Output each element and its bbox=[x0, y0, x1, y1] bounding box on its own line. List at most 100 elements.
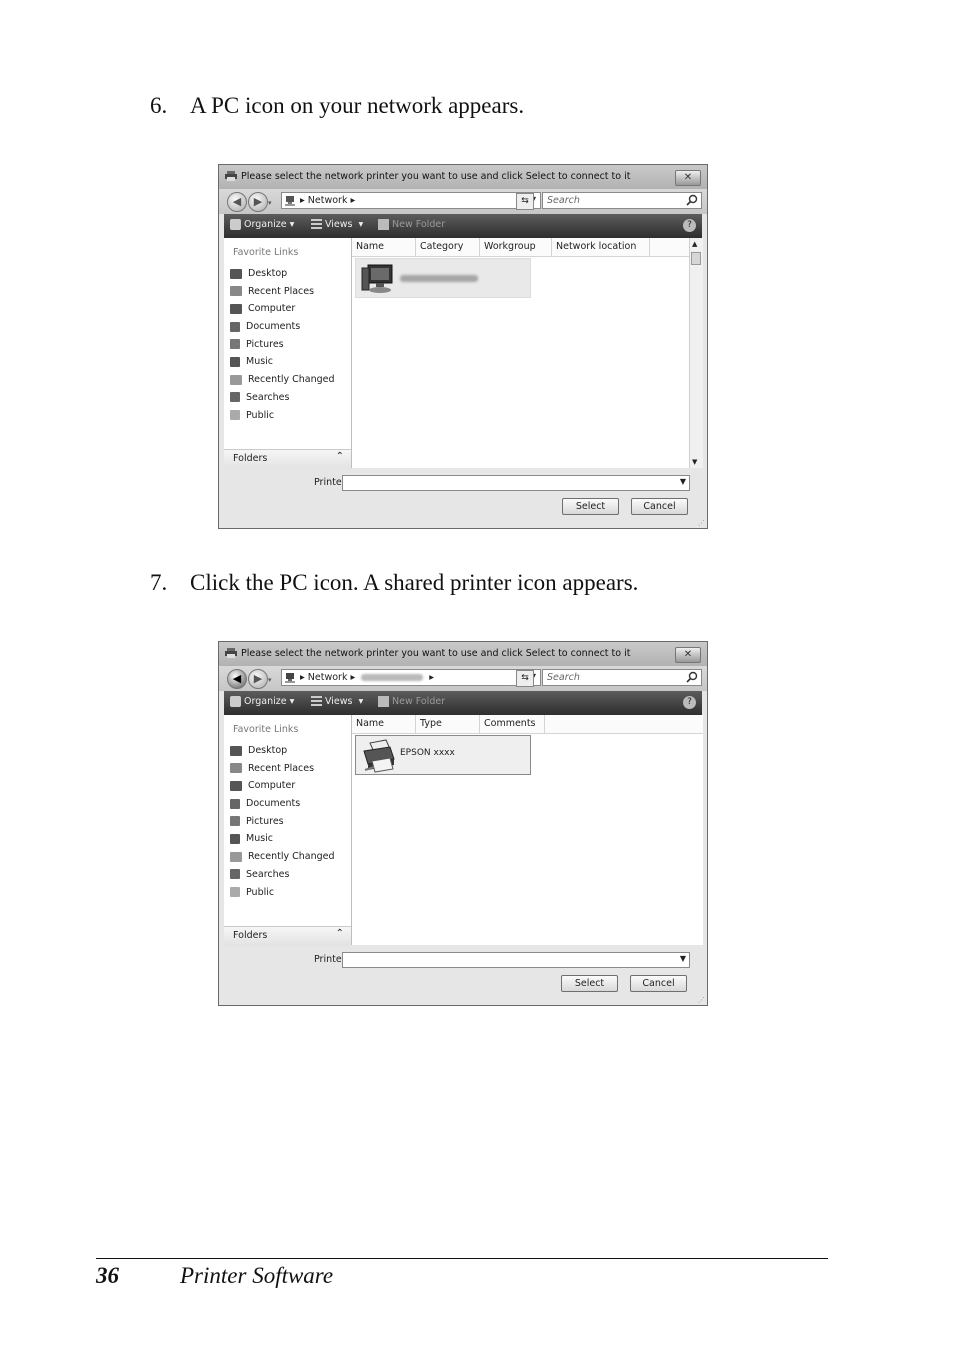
column-type[interactable]: Type bbox=[416, 715, 480, 733]
breadcrumb-network[interactable]: Network bbox=[308, 195, 348, 206]
address-bar[interactable]: ▸ Network ▸ ▼ bbox=[281, 192, 541, 209]
back-button[interactable]: ◀ bbox=[227, 669, 247, 689]
dropdown-arrow-icon[interactable]: ▼ bbox=[680, 954, 686, 963]
arrow-right-icon: ▶ bbox=[253, 672, 263, 685]
folders-toggle[interactable]: Folders ⌃ bbox=[224, 449, 351, 469]
new-folder-button[interactable]: New Folder bbox=[378, 219, 445, 230]
vertical-scrollbar[interactable]: ▲ ▼ bbox=[689, 238, 703, 468]
help-icon[interactable]: ? bbox=[683, 219, 696, 232]
favorite-link-computer[interactable]: Computer bbox=[230, 300, 335, 318]
favorite-link-searches[interactable]: Searches bbox=[230, 389, 335, 407]
breadcrumb: ▸ Network ▸ bbox=[300, 195, 356, 206]
favorite-links-header: Favorite Links bbox=[233, 247, 299, 258]
printer-combobox[interactable]: ▼ bbox=[342, 475, 690, 491]
command-bar: Organize ▾ Views ▾ New Folder ? bbox=[224, 214, 702, 238]
favorite-link-recently-changed[interactable]: Recently Changed bbox=[230, 371, 335, 389]
column-workgroup[interactable]: Workgroup bbox=[480, 238, 552, 256]
forward-button[interactable]: ▶ bbox=[248, 192, 268, 212]
favorite-link-documents[interactable]: Documents bbox=[230, 318, 335, 336]
search-input[interactable]: Search bbox=[547, 195, 580, 206]
favorite-link-public[interactable]: Public bbox=[230, 407, 335, 425]
favorite-link-desktop[interactable]: Desktop bbox=[230, 265, 335, 283]
favorite-link-computer[interactable]: Computer bbox=[230, 777, 335, 795]
favorite-link-recent-places[interactable]: Recent Places bbox=[230, 760, 335, 778]
favorite-link-recent-places[interactable]: Recent Places bbox=[230, 283, 335, 301]
link-label: Recent Places bbox=[248, 285, 315, 297]
favorite-link-pictures[interactable]: Pictures bbox=[230, 336, 335, 354]
pictures-icon bbox=[230, 339, 240, 350]
new-folder-button[interactable]: New Folder bbox=[378, 696, 445, 707]
favorite-links-list: Desktop Recent Places Computer Documents… bbox=[230, 265, 335, 424]
recent-pages-dropdown[interactable]: ▾ bbox=[268, 676, 272, 684]
breadcrumb-pc-redacted[interactable] bbox=[361, 674, 424, 681]
select-button[interactable]: Select bbox=[562, 498, 619, 515]
folders-label: Folders bbox=[233, 930, 268, 941]
views-icon bbox=[311, 219, 322, 230]
printer-icon bbox=[363, 739, 395, 773]
favorite-link-documents[interactable]: Documents bbox=[230, 795, 335, 813]
forward-button[interactable]: ▶ bbox=[248, 669, 268, 689]
close-button[interactable]: ✕ bbox=[675, 170, 701, 186]
help-icon[interactable]: ? bbox=[683, 696, 696, 709]
column-header: Name Type Comments bbox=[352, 715, 703, 734]
pc-item[interactable] bbox=[355, 258, 531, 298]
recent-places-icon bbox=[230, 763, 242, 774]
running-head: Printer Software bbox=[180, 1263, 334, 1288]
organize-button[interactable]: Organize ▾ bbox=[230, 219, 294, 230]
views-icon bbox=[311, 696, 322, 707]
views-button[interactable]: Views ▾ bbox=[311, 219, 363, 230]
column-name[interactable]: Name bbox=[352, 238, 416, 256]
favorite-link-music[interactable]: Music bbox=[230, 353, 335, 371]
public-icon bbox=[230, 410, 240, 420]
column-comments[interactable]: Comments bbox=[480, 715, 545, 733]
refresh-icon: ⇆ bbox=[521, 196, 529, 206]
organize-label: Organize bbox=[244, 696, 287, 707]
link-label: Pictures bbox=[246, 338, 284, 350]
organize-icon bbox=[230, 219, 241, 230]
favorite-link-searches[interactable]: Searches bbox=[230, 866, 335, 884]
refresh-button[interactable]: ⇆ bbox=[516, 670, 534, 687]
favorite-link-pictures[interactable]: Pictures bbox=[230, 813, 335, 831]
pictures-icon bbox=[230, 816, 240, 827]
shared-printer-item[interactable]: EPSON xxxx bbox=[355, 735, 531, 775]
select-button[interactable]: Select bbox=[561, 975, 618, 992]
column-category[interactable]: Category bbox=[416, 238, 480, 256]
favorite-link-public[interactable]: Public bbox=[230, 884, 335, 902]
resize-grip-icon[interactable]: ⋰ bbox=[698, 996, 705, 1004]
column-name[interactable]: Name bbox=[352, 715, 416, 733]
link-label: Recently Changed bbox=[248, 851, 335, 863]
close-button[interactable]: ✕ bbox=[675, 647, 701, 663]
file-list: Name Type Comments EPSON xxxx bbox=[352, 715, 703, 945]
dropdown-arrow-icon[interactable]: ▼ bbox=[680, 477, 686, 486]
favorite-links-header: Favorite Links bbox=[233, 724, 299, 735]
scroll-down-icon[interactable]: ▼ bbox=[692, 458, 697, 466]
chevron-up-icon: ⌃ bbox=[335, 928, 344, 939]
favorite-links-list: Desktop Recent Places Computer Documents… bbox=[230, 742, 335, 901]
resize-grip-icon[interactable]: ⋰ bbox=[698, 519, 705, 527]
favorite-link-music[interactable]: Music bbox=[230, 830, 335, 848]
documents-icon bbox=[230, 321, 240, 332]
recent-pages-dropdown[interactable]: ▾ bbox=[268, 199, 272, 207]
cancel-button[interactable]: Cancel bbox=[631, 498, 688, 515]
organize-button[interactable]: Organize ▾ bbox=[230, 696, 294, 707]
column-network-location[interactable]: Network location bbox=[552, 238, 650, 256]
breadcrumb-network[interactable]: Network bbox=[308, 672, 348, 683]
search-box[interactable]: Search bbox=[542, 192, 702, 209]
scroll-up-icon[interactable]: ▲ bbox=[692, 240, 697, 248]
music-icon bbox=[230, 833, 240, 844]
printer-combobox[interactable]: ▼ bbox=[342, 952, 690, 968]
refresh-button[interactable]: ⇆ bbox=[516, 193, 534, 210]
scrollbar-thumb[interactable] bbox=[691, 252, 701, 265]
address-bar[interactable]: ▸ Network ▸▸ ▼ bbox=[281, 669, 541, 686]
back-button[interactable]: ◀ bbox=[227, 192, 247, 212]
search-box[interactable]: Search bbox=[542, 669, 702, 686]
folders-toggle[interactable]: Folders ⌃ bbox=[224, 926, 351, 946]
search-input[interactable]: Search bbox=[547, 672, 580, 683]
cancel-button[interactable]: Cancel bbox=[630, 975, 687, 992]
documents-icon bbox=[230, 798, 240, 809]
favorite-link-desktop[interactable]: Desktop bbox=[230, 742, 335, 760]
computer-icon bbox=[285, 673, 295, 683]
search-icon bbox=[686, 194, 698, 206]
views-button[interactable]: Views ▾ bbox=[311, 696, 363, 707]
favorite-link-recently-changed[interactable]: Recently Changed bbox=[230, 848, 335, 866]
